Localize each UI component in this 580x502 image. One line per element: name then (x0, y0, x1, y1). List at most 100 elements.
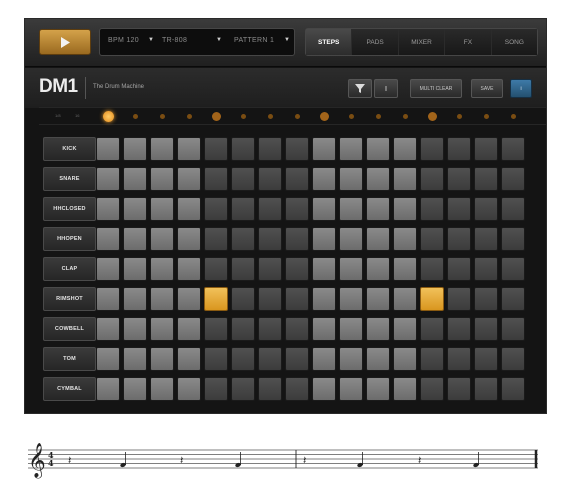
pattern-selector[interactable]: PATTERN 1 (234, 37, 274, 44)
step-pad[interactable] (204, 347, 228, 371)
step-pad[interactable] (258, 287, 282, 311)
step-pad[interactable] (339, 347, 363, 371)
step-pad[interactable] (96, 257, 120, 281)
step-pad[interactable] (312, 317, 336, 341)
step-pad[interactable] (447, 167, 471, 191)
step-pad[interactable] (123, 227, 147, 251)
pause-button[interactable]: || (374, 79, 398, 98)
step-pad[interactable] (447, 257, 471, 281)
step-pad[interactable] (258, 167, 282, 191)
step-pad[interactable] (366, 137, 390, 161)
track-label-clap[interactable]: CLAP (43, 257, 96, 281)
step-pad[interactable] (204, 197, 228, 221)
step-pad[interactable] (474, 347, 498, 371)
step-pad[interactable] (339, 257, 363, 281)
step-pad[interactable] (231, 167, 255, 191)
step-pad[interactable] (177, 377, 201, 401)
step-pad[interactable] (285, 167, 309, 191)
step-pad[interactable] (339, 227, 363, 251)
step-pad[interactable] (474, 257, 498, 281)
step-pad[interactable] (123, 137, 147, 161)
step-pad[interactable] (447, 347, 471, 371)
track-label-tom[interactable]: TOM (43, 347, 96, 371)
step-pad[interactable] (285, 377, 309, 401)
step-pad[interactable] (123, 197, 147, 221)
step-pad[interactable] (312, 257, 336, 281)
step-pad[interactable] (285, 347, 309, 371)
step-pad[interactable] (285, 317, 309, 341)
step-pad[interactable] (447, 227, 471, 251)
step-pad[interactable] (177, 317, 201, 341)
step-pad[interactable] (231, 347, 255, 371)
step-pad[interactable] (474, 197, 498, 221)
step-pad[interactable] (501, 137, 525, 161)
chevron-down-icon[interactable]: ▼ (216, 37, 222, 43)
info-button[interactable]: i (510, 79, 532, 98)
step-pad[interactable] (204, 257, 228, 281)
step-pad[interactable] (366, 377, 390, 401)
step-pad[interactable] (150, 347, 174, 371)
step-pad[interactable] (150, 167, 174, 191)
step-pad[interactable] (393, 227, 417, 251)
step-pad[interactable] (96, 197, 120, 221)
step-pad[interactable] (96, 347, 120, 371)
step-pad[interactable] (96, 227, 120, 251)
step-pad[interactable] (231, 227, 255, 251)
step-pad[interactable] (177, 197, 201, 221)
step-pad[interactable] (204, 227, 228, 251)
step-pad[interactable] (393, 377, 417, 401)
filter-button[interactable] (348, 79, 372, 98)
track-label-cowbell[interactable]: COWBELL (43, 317, 96, 341)
step-pad[interactable] (420, 167, 444, 191)
step-pad[interactable] (231, 197, 255, 221)
step-pad[interactable] (447, 137, 471, 161)
step-pad[interactable] (420, 317, 444, 341)
step-pad[interactable] (447, 377, 471, 401)
step-pad[interactable] (96, 167, 120, 191)
play-button[interactable] (39, 29, 91, 55)
step-pad[interactable] (312, 197, 336, 221)
step-pad[interactable] (150, 317, 174, 341)
step-pad[interactable] (474, 137, 498, 161)
step-pad[interactable] (393, 197, 417, 221)
tab-mixer[interactable]: MIXER (398, 29, 446, 55)
step-pad[interactable] (177, 287, 201, 311)
track-label-hhopen[interactable]: HHOPEN (43, 227, 96, 251)
step-pad[interactable] (285, 287, 309, 311)
step-pad[interactable] (474, 317, 498, 341)
step-pad[interactable] (123, 317, 147, 341)
step-pad[interactable] (258, 317, 282, 341)
step-pad[interactable] (501, 377, 525, 401)
step-pad[interactable] (285, 137, 309, 161)
step-pad[interactable] (258, 257, 282, 281)
step-pad[interactable] (96, 317, 120, 341)
step-pad[interactable] (447, 287, 471, 311)
step-pad[interactable] (177, 137, 201, 161)
kit-selector[interactable]: TR-808 (162, 37, 187, 44)
step-pad[interactable] (501, 347, 525, 371)
step-pad[interactable] (150, 227, 174, 251)
step-pad[interactable] (150, 137, 174, 161)
step-pad[interactable] (501, 317, 525, 341)
step-pad[interactable] (177, 227, 201, 251)
step-pad[interactable] (447, 197, 471, 221)
step-pad[interactable] (177, 347, 201, 371)
step-pad[interactable] (339, 167, 363, 191)
step-pad[interactable] (258, 227, 282, 251)
tab-fx[interactable]: FX (445, 29, 492, 55)
step-pad[interactable] (285, 227, 309, 251)
step-pad[interactable] (204, 317, 228, 341)
step-pad[interactable] (420, 347, 444, 371)
tab-song[interactable]: SONG (491, 29, 538, 55)
step-pad[interactable] (501, 197, 525, 221)
step-pad[interactable] (501, 167, 525, 191)
step-pad[interactable] (231, 317, 255, 341)
step-pad[interactable] (204, 287, 228, 311)
step-pad[interactable] (258, 377, 282, 401)
step-pad[interactable] (204, 137, 228, 161)
step-pad[interactable] (339, 287, 363, 311)
step-pad[interactable] (150, 287, 174, 311)
step-pad[interactable] (501, 287, 525, 311)
step-pad[interactable] (366, 317, 390, 341)
step-pad[interactable] (474, 227, 498, 251)
